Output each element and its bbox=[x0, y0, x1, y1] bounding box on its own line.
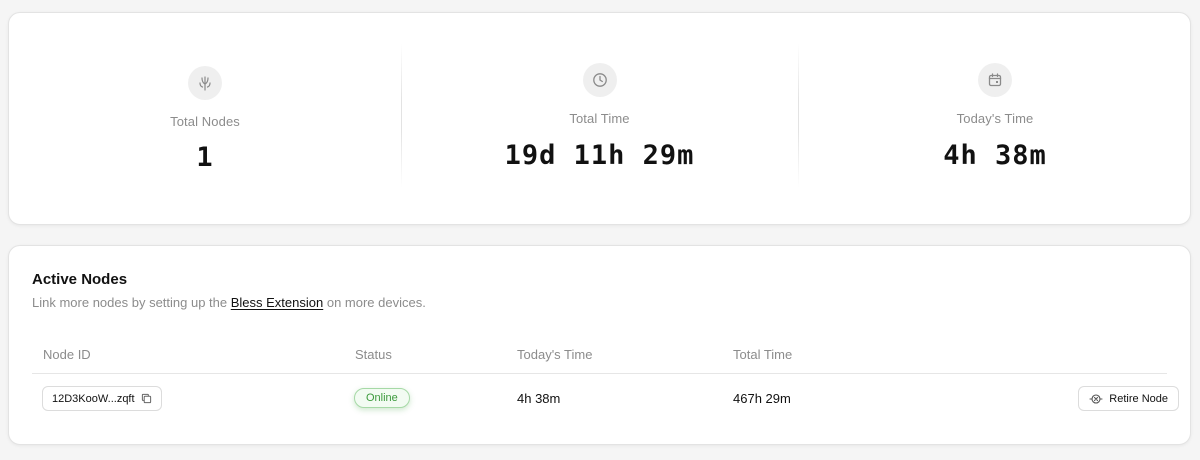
stat-total-nodes: Total Nodes 1 bbox=[9, 13, 401, 224]
section-title: Active Nodes bbox=[32, 271, 128, 288]
stat-value: 1 bbox=[196, 142, 214, 173]
stats-card: Total Nodes 1 Total Time 19d 11h 29m Tod… bbox=[8, 12, 1191, 225]
clock-icon bbox=[582, 63, 617, 97]
status-badge: Online bbox=[354, 388, 410, 408]
retire-node-button[interactable]: Retire Node bbox=[1078, 386, 1179, 411]
stat-label: Total Nodes bbox=[170, 114, 240, 129]
node-id-text: 12D3KooW...zqft bbox=[52, 392, 135, 405]
column-header-node-id: Node ID bbox=[43, 347, 91, 362]
stat-label: Today's Time bbox=[956, 111, 1034, 126]
nodes-icon bbox=[188, 66, 222, 100]
section-subtitle: Link more nodes by setting up the Bless … bbox=[32, 295, 426, 310]
retire-icon bbox=[1089, 392, 1103, 406]
cell-todays-time: 4h 38m bbox=[517, 391, 561, 406]
node-id-chip: 12D3KooW...zqft bbox=[42, 386, 162, 411]
subtitle-prefix: Link more nodes by setting up the bbox=[32, 295, 231, 310]
cell-total-time: 467h 29m bbox=[733, 391, 791, 406]
column-header-total-time: Total Time bbox=[733, 347, 793, 362]
retire-node-label: Retire Node bbox=[1109, 392, 1168, 405]
stat-total-time: Total Time 19d 11h 29m bbox=[401, 13, 798, 224]
subtitle-suffix: on more devices. bbox=[323, 295, 426, 310]
stat-value: 19d 11h 29m bbox=[504, 140, 695, 171]
stat-value: 4h 38m bbox=[943, 140, 1047, 171]
bless-extension-link[interactable]: Bless Extension bbox=[231, 295, 324, 310]
stat-todays-time: Today's Time 4h 38m bbox=[798, 13, 1192, 224]
stat-label: Total Time bbox=[569, 111, 630, 126]
calendar-icon bbox=[978, 63, 1012, 97]
column-header-todays-time: Today's Time bbox=[517, 347, 593, 362]
copy-icon[interactable] bbox=[141, 393, 152, 404]
table-row: 12D3KooW...zqft Online 4h 38m 467h 29m R… bbox=[9, 374, 1190, 422]
column-header-status: Status bbox=[355, 347, 392, 362]
active-nodes-card: Active Nodes Link more nodes by setting … bbox=[8, 245, 1191, 445]
